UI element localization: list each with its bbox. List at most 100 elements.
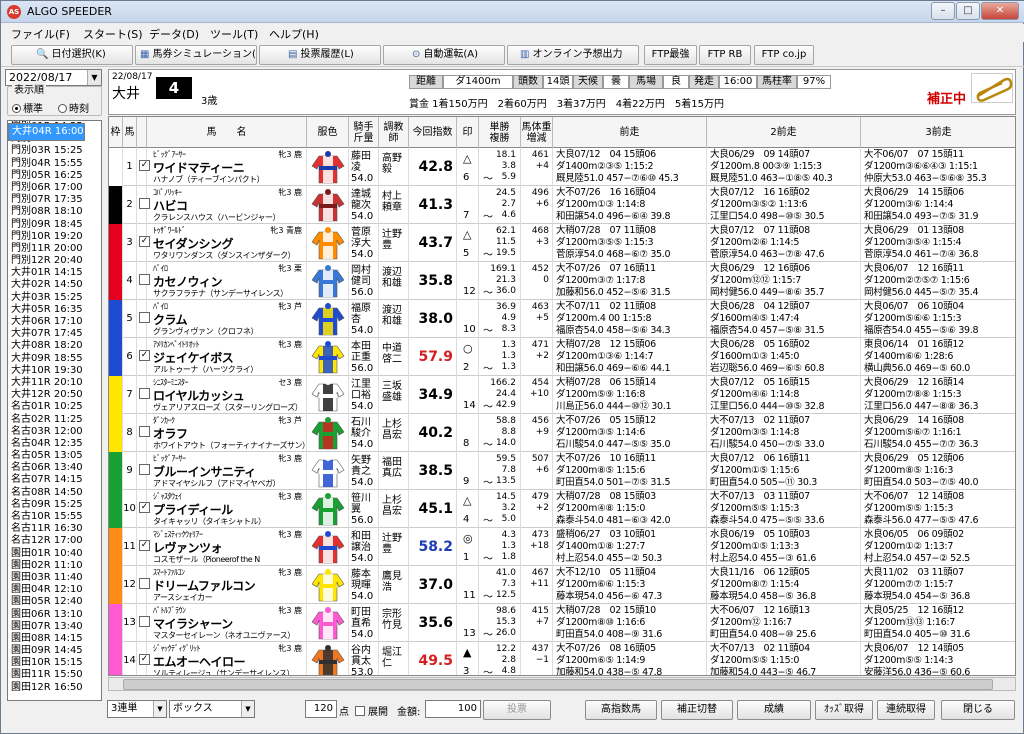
order-time-radio[interactable]: 時刻 bbox=[58, 100, 89, 115]
race-list-item[interactable]: 園田12R 16:50 bbox=[8, 682, 101, 694]
prev-race-cell-2: 大不07/13 03 11頭07 ダ1200m⑤⑤ 1:15:3 森泰斗54.0 4… bbox=[707, 490, 861, 528]
race-list-item[interactable]: 名古07R 14:15 bbox=[8, 474, 101, 486]
get-odds-button[interactable]: ｵｯｽﾞ取得 bbox=[815, 700, 873, 720]
online-forecast-button[interactable]: ▥ オンライン予想出力 bbox=[507, 45, 639, 65]
close-window-button[interactable]: ✕ bbox=[981, 2, 1019, 20]
chevron-down-icon[interactable]: ▼ bbox=[87, 70, 101, 85]
popularity: 2 bbox=[463, 362, 470, 373]
scrollbar-thumb[interactable] bbox=[123, 679, 993, 690]
prediction-mark[interactable]: △ bbox=[463, 152, 471, 165]
menu-tools[interactable]: ツール(T) bbox=[210, 26, 258, 42]
prediction-mark[interactable]: ◎ bbox=[463, 532, 473, 545]
race-list-item[interactable]: 門別12R 20:40 bbox=[8, 255, 101, 267]
order-standard-radio[interactable]: 標準 bbox=[12, 100, 43, 115]
expand-checkbox[interactable]: 展開 bbox=[355, 703, 388, 718]
menu-help[interactable]: ヘルプ(H) bbox=[269, 26, 319, 42]
race-list-item[interactable]: 門別04R 15:55 bbox=[8, 158, 101, 170]
index-cell: 58.2 bbox=[409, 528, 457, 566]
close-button[interactable]: 閉じる bbox=[941, 700, 1015, 720]
ftp-rb-button[interactable]: FTP RB bbox=[699, 45, 751, 65]
bet-mode-select[interactable]: ボックス ▼ bbox=[169, 700, 255, 718]
race-list-item[interactable]: 門別05R 16:25 bbox=[8, 170, 101, 182]
race-list-item[interactable]: 園田11R 15:50 bbox=[8, 669, 101, 681]
prev-race-line: 水良06/05 06 09頭02 bbox=[864, 529, 964, 540]
points-field[interactable]: 120 bbox=[305, 700, 337, 718]
race-list-item[interactable]: 園田04R 12:10 bbox=[8, 584, 101, 596]
race-list-item[interactable]: 園田06R 13:10 bbox=[8, 609, 101, 621]
race-list-item[interactable]: 大井11R 20:10 bbox=[8, 377, 101, 389]
prediction-mark[interactable]: ○ bbox=[463, 342, 473, 355]
race-list-item[interactable]: 大井12R 20:50 bbox=[8, 389, 101, 401]
race-list-item[interactable]: 名古10R 15:55 bbox=[8, 511, 101, 523]
race-list-item[interactable]: 門別03R 15:25 bbox=[8, 145, 101, 157]
race-list-item[interactable]: 大井04R 16:00 bbox=[8, 123, 85, 141]
race-list-item[interactable]: 園田05R 12:40 bbox=[8, 596, 101, 608]
race-list-item[interactable]: 園田02R 11:10 bbox=[8, 560, 101, 572]
race-list-item[interactable]: 園田08R 14:15 bbox=[8, 633, 101, 645]
amount-field[interactable]: 100 bbox=[425, 700, 481, 718]
jockey-weight: 笹川 翼 56.0 bbox=[351, 493, 374, 526]
bet-type-select[interactable]: 3連単 ▼ bbox=[107, 700, 167, 718]
horizontal-scrollbar[interactable] bbox=[108, 677, 1016, 691]
date-select-button[interactable]: 🔍 日付選択(K) bbox=[11, 45, 133, 65]
results-button[interactable]: 成績 bbox=[737, 700, 811, 720]
ftp-saikyo-button[interactable]: FTP最強 bbox=[644, 45, 697, 65]
race-list-item[interactable]: 大井03R 15:25 bbox=[8, 292, 101, 304]
minimize-button[interactable]: – bbox=[931, 2, 955, 20]
race-list-item[interactable]: 名古08R 14:50 bbox=[8, 487, 101, 499]
race-list-item[interactable]: 大井06R 17:10 bbox=[8, 316, 101, 328]
race-list-item[interactable]: 大井01R 14:15 bbox=[8, 267, 101, 279]
prediction-mark[interactable]: △ bbox=[463, 228, 471, 241]
race-list-item[interactable]: 名古03R 12:00 bbox=[8, 426, 101, 438]
vote-history-button[interactable]: ▤ 投票履歴(L) bbox=[259, 45, 381, 65]
race-list-item[interactable]: 園田07R 13:40 bbox=[8, 621, 101, 633]
race-list-item[interactable]: 名古12R 17:00 bbox=[8, 535, 101, 547]
high-index-button[interactable]: 高指数馬 bbox=[585, 700, 657, 720]
ticket-simulation-button[interactable]: ▦ 馬券シミュレーション(B) bbox=[135, 45, 257, 65]
menu-file[interactable]: ファイル(F) bbox=[11, 26, 70, 42]
maximize-button[interactable]: □ bbox=[956, 2, 980, 20]
date-select-label: 日付選択(K) bbox=[51, 49, 106, 60]
prediction-mark[interactable]: △ bbox=[463, 494, 471, 507]
prediction-mark[interactable]: ▲ bbox=[463, 646, 471, 659]
race-list-item[interactable]: 園田09R 14:45 bbox=[8, 645, 101, 657]
race-list-item[interactable]: 大井05R 16:35 bbox=[8, 304, 101, 316]
race-list-item[interactable]: 門別11R 20:00 bbox=[8, 243, 101, 255]
race-list-item[interactable]: 園田03R 11:40 bbox=[8, 572, 101, 584]
race-list-item[interactable]: 名古04R 12:35 bbox=[8, 438, 101, 450]
mark-cell: ▲ 3 bbox=[457, 642, 479, 675]
race-list-item[interactable]: 門別08R 18:10 bbox=[8, 206, 101, 218]
race-list-item[interactable]: 門別06R 17:00 bbox=[8, 182, 101, 194]
race-list-item[interactable]: 名古05R 13:05 bbox=[8, 450, 101, 462]
correction-toggle-button[interactable]: 補正切替 bbox=[661, 700, 733, 720]
race-list-item[interactable]: 門別07R 17:35 bbox=[8, 194, 101, 206]
race-list-item[interactable]: 名古11R 16:30 bbox=[8, 523, 101, 535]
race-list-item[interactable]: 園田10R 15:15 bbox=[8, 657, 101, 669]
race-list-item[interactable]: 名古09R 15:25 bbox=[8, 499, 101, 511]
race-list-item[interactable]: 大井10R 19:30 bbox=[8, 365, 101, 377]
prev-race-line: 大良06/28 04 12頭07 bbox=[710, 301, 810, 312]
race-list-item[interactable]: 園田01R 10:40 bbox=[8, 548, 101, 560]
vote-button[interactable]: 投票 bbox=[483, 700, 551, 720]
race-list-item[interactable]: 名古02R 11:25 bbox=[8, 414, 101, 426]
race-list-item[interactable]: 大井09R 18:55 bbox=[8, 353, 101, 365]
current-index: 42.8 bbox=[418, 159, 453, 175]
race-list-item[interactable]: 大井07R 17:45 bbox=[8, 328, 101, 340]
race-list-item[interactable]: 大井02R 14:50 bbox=[8, 279, 101, 291]
ftp-cojp-button[interactable]: FTP co.jp bbox=[754, 45, 814, 65]
menu-start[interactable]: スタート(S) bbox=[83, 26, 143, 42]
prev-race-cell-1: 大不07/26 10 16頭11 ダ1200m⑧⑤ 1:15:6 町田直54.0 5… bbox=[553, 452, 707, 490]
race-list[interactable]: 門別01R 14:25門別02R 14:55門別03R 15:25門別04R 1… bbox=[7, 120, 102, 701]
menu-data[interactable]: データ(D) bbox=[149, 26, 199, 42]
race-number: 4 bbox=[156, 77, 192, 99]
race-list-item[interactable]: 大井08R 18:20 bbox=[8, 340, 101, 352]
prev-race-line: ダ1200m⑧⑦ 1:15:4 bbox=[710, 579, 800, 590]
race-list-item[interactable]: 門別10R 19:20 bbox=[8, 231, 101, 243]
race-list-item[interactable]: 名古06R 13:40 bbox=[8, 462, 101, 474]
race-list-item[interactable]: 門別09R 18:45 bbox=[8, 219, 101, 231]
search-icon: 🔍 bbox=[36, 49, 49, 60]
horse-name-cell: ｼﾞｬｽﾀｳｪｲ 牝3 鹿プライディール タイキャッリ（タイキシャトル） bbox=[147, 490, 307, 528]
race-list-item[interactable]: 名古01R 10:25 bbox=[8, 401, 101, 413]
continuous-fetch-button[interactable]: 連続取得 bbox=[877, 700, 935, 720]
auto-run-button[interactable]: ⊙ 自動運転(A) bbox=[383, 45, 505, 65]
